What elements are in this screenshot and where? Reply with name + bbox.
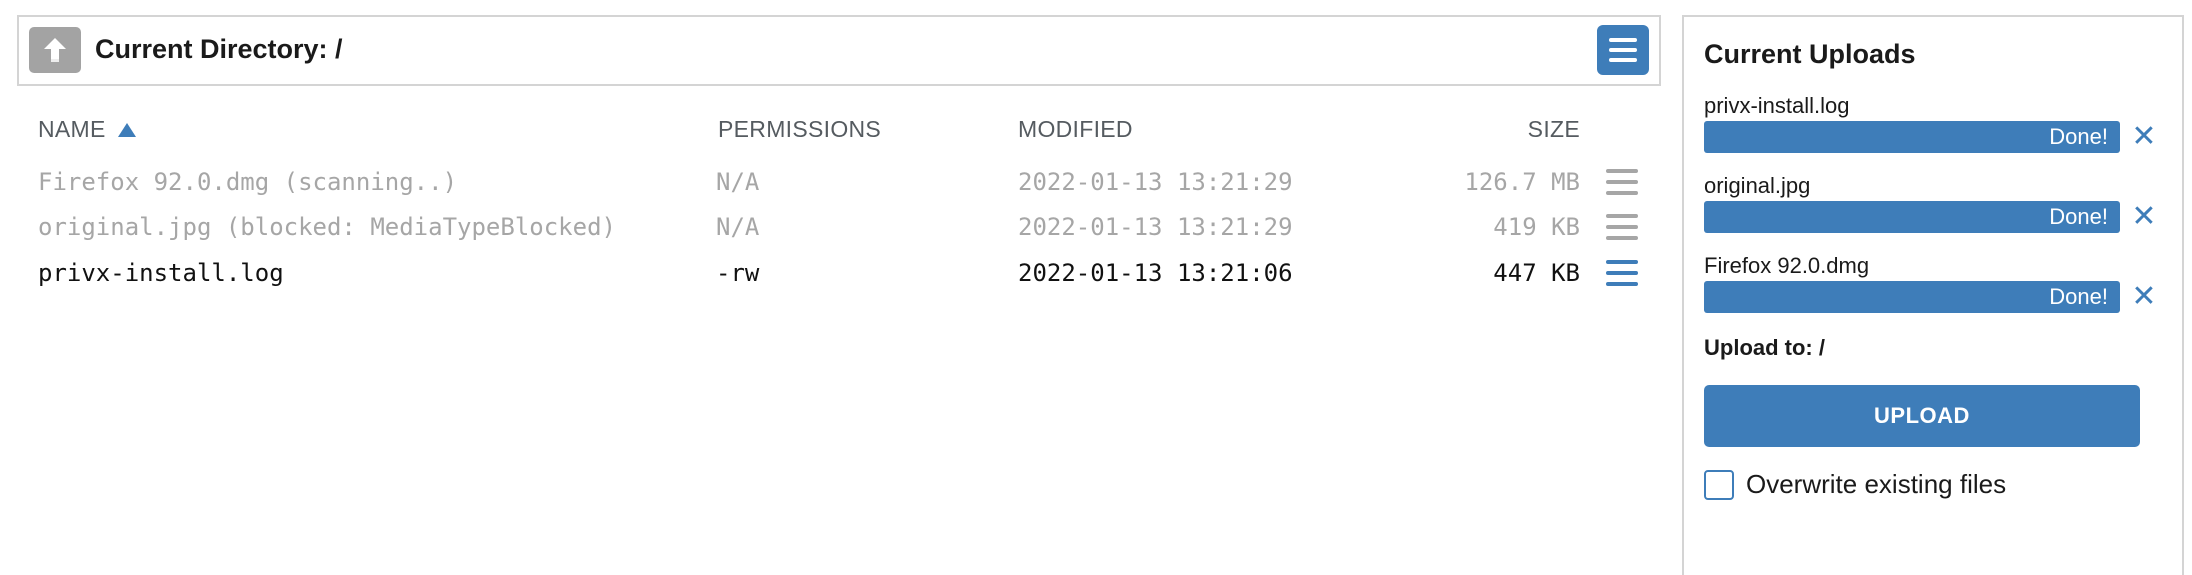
uploads-title: Current Uploads bbox=[1704, 39, 1916, 69]
parent-directory-button[interactable] bbox=[29, 27, 81, 73]
upload-destination: Upload to: / bbox=[1704, 335, 1825, 360]
overwrite-label: Overwrite existing files bbox=[1746, 469, 2007, 499]
directory-bar: Current Directory: / bbox=[17, 15, 1661, 86]
file-modified: 2022-01-13 13:21:06 bbox=[1018, 259, 1293, 287]
file-name: original.jpg (blocked: MediaTypeBlocked) bbox=[38, 213, 616, 241]
file-permissions: N/A bbox=[716, 213, 760, 241]
row-menu-icon[interactable] bbox=[1606, 260, 1638, 286]
file-permissions: -rw bbox=[716, 259, 760, 287]
directory-menu-button[interactable] bbox=[1597, 25, 1649, 75]
upload-progress-bar: Done! bbox=[1704, 281, 2120, 313]
upload-button[interactable]: UPLOAD bbox=[1704, 385, 2140, 447]
file-permissions: N/A bbox=[716, 168, 760, 196]
upload-filename: privx-install.log bbox=[1704, 93, 1850, 118]
overwrite-checkbox[interactable] bbox=[1704, 469, 1734, 500]
upload-item: original.jpg Done! ✕ bbox=[1704, 173, 2164, 233]
sort-ascending-icon bbox=[117, 122, 136, 137]
file-size: 126.7 MB bbox=[1464, 168, 1580, 196]
upload-progress-bar: Done! bbox=[1704, 201, 2120, 233]
arrow-up-icon bbox=[44, 38, 66, 62]
table-row: Firefox 92.0.dmg (scanning..) N/A 2022-0… bbox=[0, 160, 1672, 204]
file-size: 419 KB bbox=[1493, 213, 1580, 241]
table-row[interactable]: privx-install.log -rw 2022-01-13 13:21:0… bbox=[0, 251, 1672, 295]
file-modified: 2022-01-13 13:21:29 bbox=[1018, 213, 1293, 241]
file-name[interactable]: privx-install.log bbox=[38, 259, 284, 287]
upload-item: Firefox 92.0.dmg Done! ✕ bbox=[1704, 253, 2164, 313]
column-header-size[interactable]: SIZE bbox=[1480, 116, 1580, 143]
upload-filename: original.jpg bbox=[1704, 173, 1811, 198]
close-icon[interactable]: ✕ bbox=[2130, 282, 2158, 312]
column-header-name[interactable]: NAME bbox=[38, 116, 136, 143]
row-menu-icon[interactable] bbox=[1606, 214, 1638, 240]
overwrite-option[interactable]: Overwrite existing files bbox=[1704, 469, 2006, 500]
file-name: Firefox 92.0.dmg (scanning..) bbox=[38, 168, 458, 196]
file-size: 447 KB bbox=[1493, 259, 1580, 287]
column-header-modified[interactable]: MODIFIED bbox=[1018, 116, 1133, 143]
column-header-permissions[interactable]: PERMISSIONS bbox=[718, 116, 881, 143]
close-icon[interactable]: ✕ bbox=[2130, 202, 2158, 232]
upload-progress-bar: Done! bbox=[1704, 121, 2120, 153]
file-browser: Current Directory: / NAME PERMISSIONS MO… bbox=[0, 0, 1672, 566]
table-row: original.jpg (blocked: MediaTypeBlocked)… bbox=[0, 205, 1672, 249]
uploads-panel: Current Uploads privx-install.log Done! … bbox=[1682, 15, 2184, 575]
upload-filename: Firefox 92.0.dmg bbox=[1704, 253, 1870, 278]
row-menu-icon[interactable] bbox=[1606, 169, 1638, 195]
close-icon[interactable]: ✕ bbox=[2130, 122, 2158, 152]
hamburger-icon bbox=[1609, 38, 1637, 42]
file-modified: 2022-01-13 13:21:29 bbox=[1018, 168, 1293, 196]
current-directory-title: Current Directory: / bbox=[95, 34, 343, 64]
upload-item: privx-install.log Done! ✕ bbox=[1704, 93, 2164, 153]
